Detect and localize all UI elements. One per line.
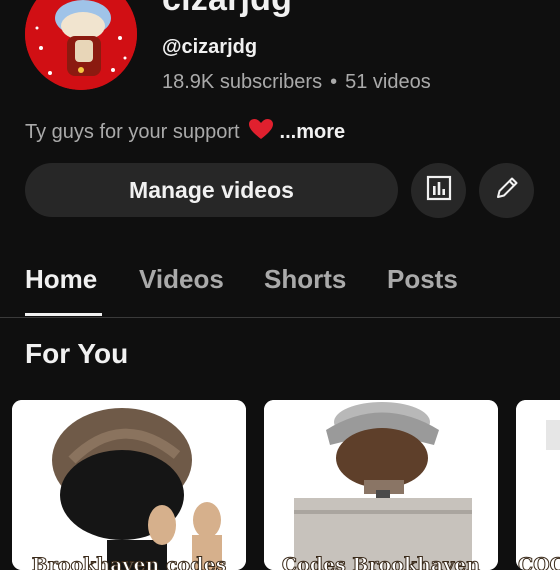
channel-avatar[interactable] xyxy=(25,0,137,90)
video-card[interactable]: Codes Brookhaven xyxy=(264,400,498,570)
channel-tabs: Home Videos Shorts Posts xyxy=(0,262,560,318)
video-title: Codes Brookhaven xyxy=(281,554,481,570)
heart-icon xyxy=(248,118,274,146)
tab-shorts[interactable]: Shorts xyxy=(264,264,346,295)
analytics-icon xyxy=(425,174,453,207)
pencil-icon xyxy=(493,174,521,207)
more-link[interactable]: ...more xyxy=(280,121,346,144)
video-title: COC xyxy=(518,554,560,570)
tab-home[interactable]: Home xyxy=(25,264,97,295)
analytics-button[interactable] xyxy=(411,163,466,218)
channel-handle: @cizarjdg xyxy=(162,36,258,58)
subscriber-count: 18.9K subscribers xyxy=(162,71,323,93)
video-card[interactable]: Brookhaven codes xyxy=(12,400,246,570)
video-thumbnail xyxy=(12,400,246,570)
description-text: Ty guys for your support xyxy=(25,120,240,143)
active-tab-indicator xyxy=(25,313,102,316)
video-count: 51 videos xyxy=(345,71,431,93)
video-thumbnail xyxy=(264,400,498,570)
edit-channel-button[interactable] xyxy=(479,163,534,218)
channel-stats: 18.9K subscribers • 51 videos xyxy=(162,71,431,94)
tab-videos[interactable]: Videos xyxy=(139,264,224,295)
video-card[interactable]: COC xyxy=(516,400,560,570)
video-title: Brookhaven codes xyxy=(31,554,227,570)
avatar-image xyxy=(25,0,137,90)
manage-videos-button[interactable]: Manage videos xyxy=(25,163,398,217)
tab-posts[interactable]: Posts xyxy=(387,264,458,295)
video-thumbnail xyxy=(516,400,560,570)
section-title: For You xyxy=(25,338,129,369)
channel-name: cizarjdg xyxy=(162,0,292,19)
stats-separator: • xyxy=(330,71,338,93)
channel-description[interactable]: Ty guys for your support ...more xyxy=(25,118,345,146)
tabs-divider xyxy=(0,317,560,318)
